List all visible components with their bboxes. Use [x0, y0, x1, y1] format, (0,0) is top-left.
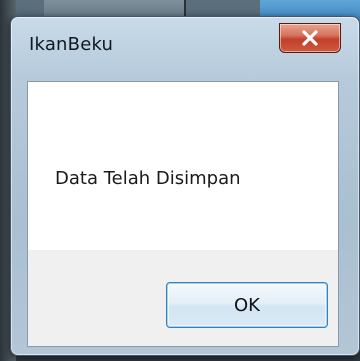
dialog-footer: OK — [28, 250, 338, 346]
dialog-client-area: Data Telah Disimpan OK — [27, 81, 339, 347]
close-icon — [301, 30, 319, 46]
message-box-dialog: IkanBeku Data Telah Disimpan OK — [10, 16, 360, 356]
dialog-title: IkanBeku — [29, 34, 114, 55]
dialog-titlebar[interactable]: IkanBeku — [11, 17, 359, 61]
close-button[interactable] — [279, 23, 341, 53]
dialog-message: Data Telah Disimpan — [55, 168, 241, 189]
dialog-content: Data Telah Disimpan — [28, 82, 338, 250]
ok-button[interactable]: OK — [166, 282, 328, 328]
